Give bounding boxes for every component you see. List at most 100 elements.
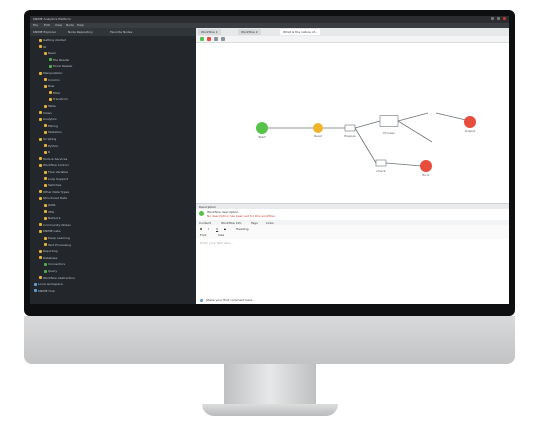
tab-active-workflow[interactable]: What is the nature of... — [280, 29, 321, 35]
tree-item[interactable]: Manipulation — [39, 71, 62, 75]
tree-item-label: Connectors — [48, 262, 66, 267]
tab-node-repository[interactable]: Node Repository — [68, 30, 93, 34]
tree-item[interactable]: Loop Support — [44, 177, 68, 181]
tree-item[interactable]: Flow Variable — [44, 170, 68, 174]
tree-item[interactable]: Table — [44, 104, 56, 108]
tree-item[interactable]: Python — [44, 144, 58, 148]
workflow-node[interactable] — [464, 116, 476, 128]
tree-item[interactable]: Reporting — [39, 249, 58, 253]
tab-workflow-1[interactable]: Workflow 1 — [198, 29, 221, 35]
tree-item[interactable]: Workflow Control — [39, 163, 69, 167]
tree-item[interactable]: Row — [44, 84, 54, 88]
tree-item[interactable]: Deep Learning — [44, 236, 70, 240]
folder-icon — [39, 196, 42, 200]
tree-item[interactable]: Workflow Abstraction — [39, 276, 75, 280]
font-select[interactable]: Font — [200, 233, 207, 237]
italic-button[interactable]: I — [208, 227, 209, 231]
workflow-node[interactable] — [344, 124, 356, 132]
tree-item[interactable]: KNIME Hub — [34, 289, 55, 293]
workflow-node[interactable] — [375, 159, 387, 167]
tree-item-label: File Reader — [53, 57, 70, 62]
workflow-node-label: Start — [258, 135, 266, 139]
tab-favorites[interactable]: Favorite Nodes — [110, 30, 132, 34]
tree-item-label: Row — [48, 84, 55, 89]
tree-item-label: Getting started — [43, 38, 66, 42]
close-window-icon[interactable] — [503, 17, 506, 20]
folder-icon — [44, 84, 47, 88]
rich-text-toolbar: B I U S Heading Font Size — [196, 225, 509, 240]
connections — [267, 112, 467, 167]
tab-workflow-2[interactable]: Workflow 2 — [238, 29, 261, 35]
folder-icon — [44, 269, 47, 273]
tree-item[interactable]: IO — [39, 45, 46, 49]
tree-item[interactable]: Local workspace — [34, 282, 63, 286]
tree-item[interactable]: Tools & Services — [39, 157, 67, 161]
tree-item-label: Analytics — [43, 117, 57, 122]
strike-button[interactable]: S — [224, 227, 226, 231]
tree-item[interactable]: Structured Data — [39, 196, 67, 200]
tree-item[interactable]: Text Processing — [44, 243, 71, 247]
folder-icon — [44, 177, 47, 181]
editor-tabs: Workflow 1 Workflow 2 What is the nature… — [196, 28, 509, 36]
folder-icon — [44, 51, 47, 55]
tree-item[interactable]: Query — [44, 269, 57, 273]
folder-icon — [44, 216, 47, 220]
tree-item[interactable]: Other Data Types — [39, 190, 69, 194]
heading-select[interactable]: Heading — [236, 227, 248, 231]
tree-item[interactable]: KNIME Labs — [39, 229, 61, 233]
tree-item[interactable]: Column — [44, 78, 60, 82]
tree-item[interactable]: Database — [39, 256, 57, 260]
configure-icon[interactable] — [221, 37, 225, 41]
folder-icon — [39, 256, 42, 260]
workflow-canvas[interactable]: Start Read Prepare Process Output Check Error — [196, 43, 509, 203]
tree-item-label: Community Nodes — [43, 222, 71, 227]
tab-explorer[interactable]: KNIME Explorer — [33, 30, 56, 34]
workflow-node[interactable] — [313, 123, 323, 133]
workflow-node[interactable] — [420, 160, 432, 172]
folder-icon — [39, 111, 42, 115]
tree-item[interactable]: JSON — [44, 203, 55, 207]
tree-item[interactable]: Filter — [49, 91, 60, 95]
tree-item[interactable]: File Reader — [49, 58, 70, 62]
tree-item[interactable]: Mining — [44, 124, 58, 128]
folder-icon — [44, 183, 47, 187]
minimize-window-icon[interactable] — [491, 17, 494, 20]
bold-button[interactable]: B — [200, 227, 202, 231]
comment-label[interactable]: Share your first comment here... — [206, 298, 255, 302]
folder-icon — [39, 157, 42, 161]
maximize-window-icon[interactable] — [497, 17, 500, 20]
tree-item[interactable]: Connectors — [44, 262, 65, 266]
tree-item[interactable]: Analytics — [39, 117, 57, 121]
tree-item[interactable]: Transform — [49, 97, 68, 101]
tree-item-label: Views — [43, 110, 52, 115]
size-select[interactable]: Size — [218, 233, 224, 237]
tree-item[interactable]: Scripting — [39, 137, 56, 141]
tree-item[interactable]: Read — [44, 51, 56, 55]
reset-icon[interactable] — [214, 37, 218, 41]
tree-item[interactable]: Community Nodes — [39, 223, 71, 227]
cancel-icon[interactable] — [207, 37, 211, 41]
execute-icon[interactable] — [200, 37, 204, 41]
workflow-node[interactable] — [256, 122, 268, 134]
tree-item[interactable]: Excel Reader — [49, 64, 73, 68]
folder-icon — [34, 282, 37, 286]
tree-item[interactable]: Statistics — [44, 130, 62, 134]
underline-button[interactable]: U — [216, 227, 218, 231]
info-icon — [199, 211, 204, 216]
tree-item[interactable]: XML — [44, 210, 54, 214]
tree-item-label: Reporting — [43, 249, 58, 254]
folder-icon — [44, 104, 47, 108]
tree-item-label: Network — [48, 216, 61, 221]
tree-item[interactable]: Getting started — [39, 38, 66, 42]
tree-item[interactable]: Views — [39, 111, 52, 115]
tree-item[interactable]: Network — [44, 216, 61, 220]
tree-item-label: Excel Reader — [53, 64, 73, 69]
workflow-node[interactable] — [379, 115, 399, 127]
left-panel-tabs: KNIME Explorer Node Repository Favorite … — [30, 28, 196, 36]
tree-item[interactable]: R — [44, 150, 50, 154]
editor-placeholder: Enter your text here... — [200, 241, 234, 245]
tree-item[interactable]: Switches — [44, 183, 61, 187]
tree-item-label: Transform — [53, 97, 68, 102]
tree-item-label: Deep Learning — [48, 236, 70, 240]
description-editor[interactable]: Enter your text here... — [196, 239, 509, 297]
